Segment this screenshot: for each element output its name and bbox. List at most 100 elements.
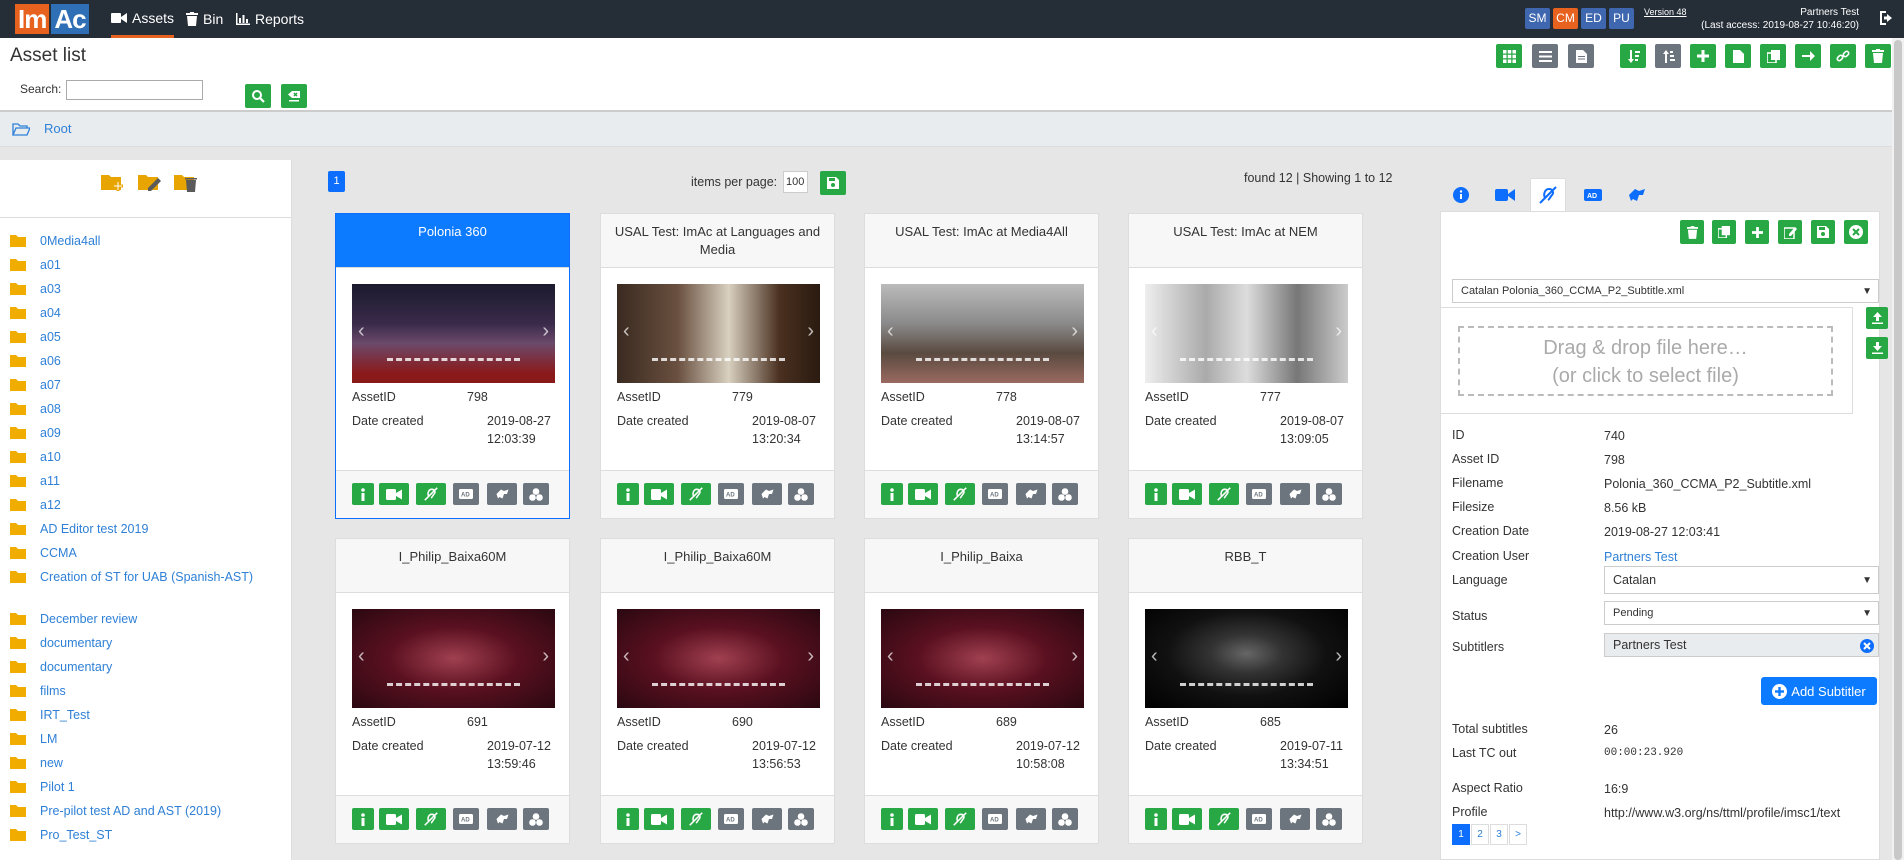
chevron-left-icon[interactable]: ‹ [358,320,365,343]
folder-item[interactable]: CCMA [10,546,291,570]
chevron-right-icon[interactable]: › [542,320,549,343]
asset-ad-button[interactable]: AD [453,483,479,505]
chevron-right-icon[interactable]: › [1335,320,1342,343]
asset-subtitles-button[interactable] [416,808,446,830]
add-asset-button[interactable] [1690,44,1716,68]
asset-subtitles-button[interactable] [945,808,975,830]
chevron-right-icon[interactable]: › [1071,645,1078,668]
folder-item[interactable]: December review [10,612,291,636]
sort-desc-button[interactable] [1620,44,1646,68]
chevron-left-icon[interactable]: ‹ [1151,320,1158,343]
asset-thumbnail[interactable]: ‹ › [617,609,820,708]
listing-page-1[interactable]: 1 [328,171,345,192]
asset-more-button[interactable] [523,483,549,505]
carousel-indicators[interactable] [387,683,520,686]
asset-card[interactable]: I_Philip_Baixa60M ‹ › AssetID 691 Date create… [335,538,570,844]
asset-more-button[interactable] [523,808,549,830]
sort-asc-button[interactable] [1655,44,1681,68]
move-button[interactable] [1795,44,1821,68]
asset-more-button[interactable] [788,483,814,505]
chevron-left-icon[interactable]: ‹ [358,645,365,668]
chevron-left-icon[interactable]: ‹ [887,320,894,343]
nav-reports[interactable]: Reports [236,0,304,38]
role-sm[interactable]: SM [1525,8,1550,29]
folder-item[interactable]: IRT_Test [10,708,291,732]
asset-video-button[interactable] [908,808,938,830]
asset-card[interactable]: USAL Test: ImAc at NEM ‹ › AssetID 777 Date c… [1128,213,1363,519]
folder-item[interactable]: a09 [10,426,291,450]
chevron-right-icon[interactable]: › [542,645,549,668]
asset-ad-button[interactable]: AD [1246,483,1272,505]
asset-ad-button[interactable]: AD [1246,808,1272,830]
detail-copy-button[interactable] [1712,220,1736,244]
asset-card[interactable]: RBB_T ‹ › AssetID 685 Date created 2019-07-11 1… [1128,538,1363,844]
asset-thumbnail[interactable]: ‹ › [881,284,1084,383]
asset-info-button[interactable] [617,808,639,830]
folder-item[interactable]: documentary [10,636,291,660]
copy-button[interactable] [1760,44,1786,68]
link-button[interactable] [1830,44,1856,68]
carousel-indicators[interactable] [652,358,785,361]
folder-item[interactable]: a04 [10,306,291,330]
asset-info-button[interactable] [881,483,903,505]
folder-item[interactable]: 0Media4all [10,234,291,258]
folder-item[interactable]: a05 [10,330,291,354]
delete-folder-icon[interactable] [174,172,198,192]
role-pu[interactable]: PU [1609,8,1634,29]
detail-page-3[interactable]: 3 [1490,824,1508,845]
asset-sign-button[interactable] [487,808,517,830]
chevron-right-icon[interactable]: › [807,320,814,343]
detail-close-button[interactable] [1844,220,1868,244]
asset-card[interactable]: Polonia 360 ‹ › AssetID 798 Date created 2019-… [335,213,570,519]
asset-thumbnail[interactable]: ‹ › [1145,609,1348,708]
asset-sign-button[interactable] [752,808,782,830]
detail-save-button[interactable] [1811,220,1835,244]
folder-item[interactable]: films [10,684,291,708]
tab-sign-language[interactable] [1619,178,1655,211]
asset-thumbnail[interactable]: ‹ › [352,284,555,383]
tab-info[interactable] [1443,178,1479,211]
asset-more-button[interactable] [1316,808,1342,830]
detail-page-1[interactable]: 1 [1452,824,1470,845]
carousel-indicators[interactable] [387,358,520,361]
folder-item[interactable]: documentary [10,660,291,684]
delete-button[interactable] [1865,44,1891,68]
asset-card[interactable]: USAL Test: ImAc at Languages and Media ‹ ›… [600,213,835,519]
asset-sign-button[interactable] [752,483,782,505]
folder-item[interactable]: LM [10,732,291,756]
role-ed[interactable]: ED [1581,8,1606,29]
asset-info-button[interactable] [617,483,639,505]
asset-ad-button[interactable]: AD [718,808,744,830]
detail-value-creation-user[interactable]: Partners Test [1604,550,1677,564]
language-select[interactable]: Catalan ▼ [1604,566,1879,594]
asset-more-button[interactable] [788,808,814,830]
folder-item[interactable]: a12 [10,498,291,522]
detail-page-2[interactable]: 2 [1471,824,1489,845]
breadcrumb-root[interactable]: Root [44,121,71,136]
chevron-right-icon[interactable]: › [1335,645,1342,668]
chevron-left-icon[interactable]: ‹ [887,645,894,668]
asset-sign-button[interactable] [1280,808,1310,830]
page-scrollbar[interactable] [1892,38,1904,860]
asset-ad-button[interactable]: AD [982,808,1008,830]
asset-sign-button[interactable] [1016,483,1046,505]
asset-subtitles-button[interactable] [681,808,711,830]
asset-info-button[interactable] [352,808,374,830]
clear-search-button[interactable] [281,84,307,108]
asset-card[interactable]: I_Philip_Baixa ‹ › AssetID 689 Date created 20… [864,538,1099,844]
folder-item[interactable]: a08 [10,402,291,426]
version-link[interactable]: Version 48 [1644,7,1687,17]
file-dropzone[interactable]: Drag & drop file here… (or click to sele… [1458,326,1833,396]
folder-item[interactable]: a03 [10,282,291,306]
subtitlers-field[interactable]: Partners Test [1604,633,1879,657]
upload-button[interactable] [1866,307,1888,329]
detail-page-next[interactable]: > [1509,824,1527,845]
detail-edit-button[interactable] [1778,220,1802,244]
asset-video-button[interactable] [644,808,674,830]
chevron-right-icon[interactable]: › [807,645,814,668]
folder-item[interactable]: Pre-pilot test AD and AST (2019) [10,804,291,828]
download-button[interactable] [1866,337,1888,359]
asset-video-button[interactable] [908,483,938,505]
document-view-button[interactable] [1568,44,1594,68]
asset-sign-button[interactable] [1280,483,1310,505]
